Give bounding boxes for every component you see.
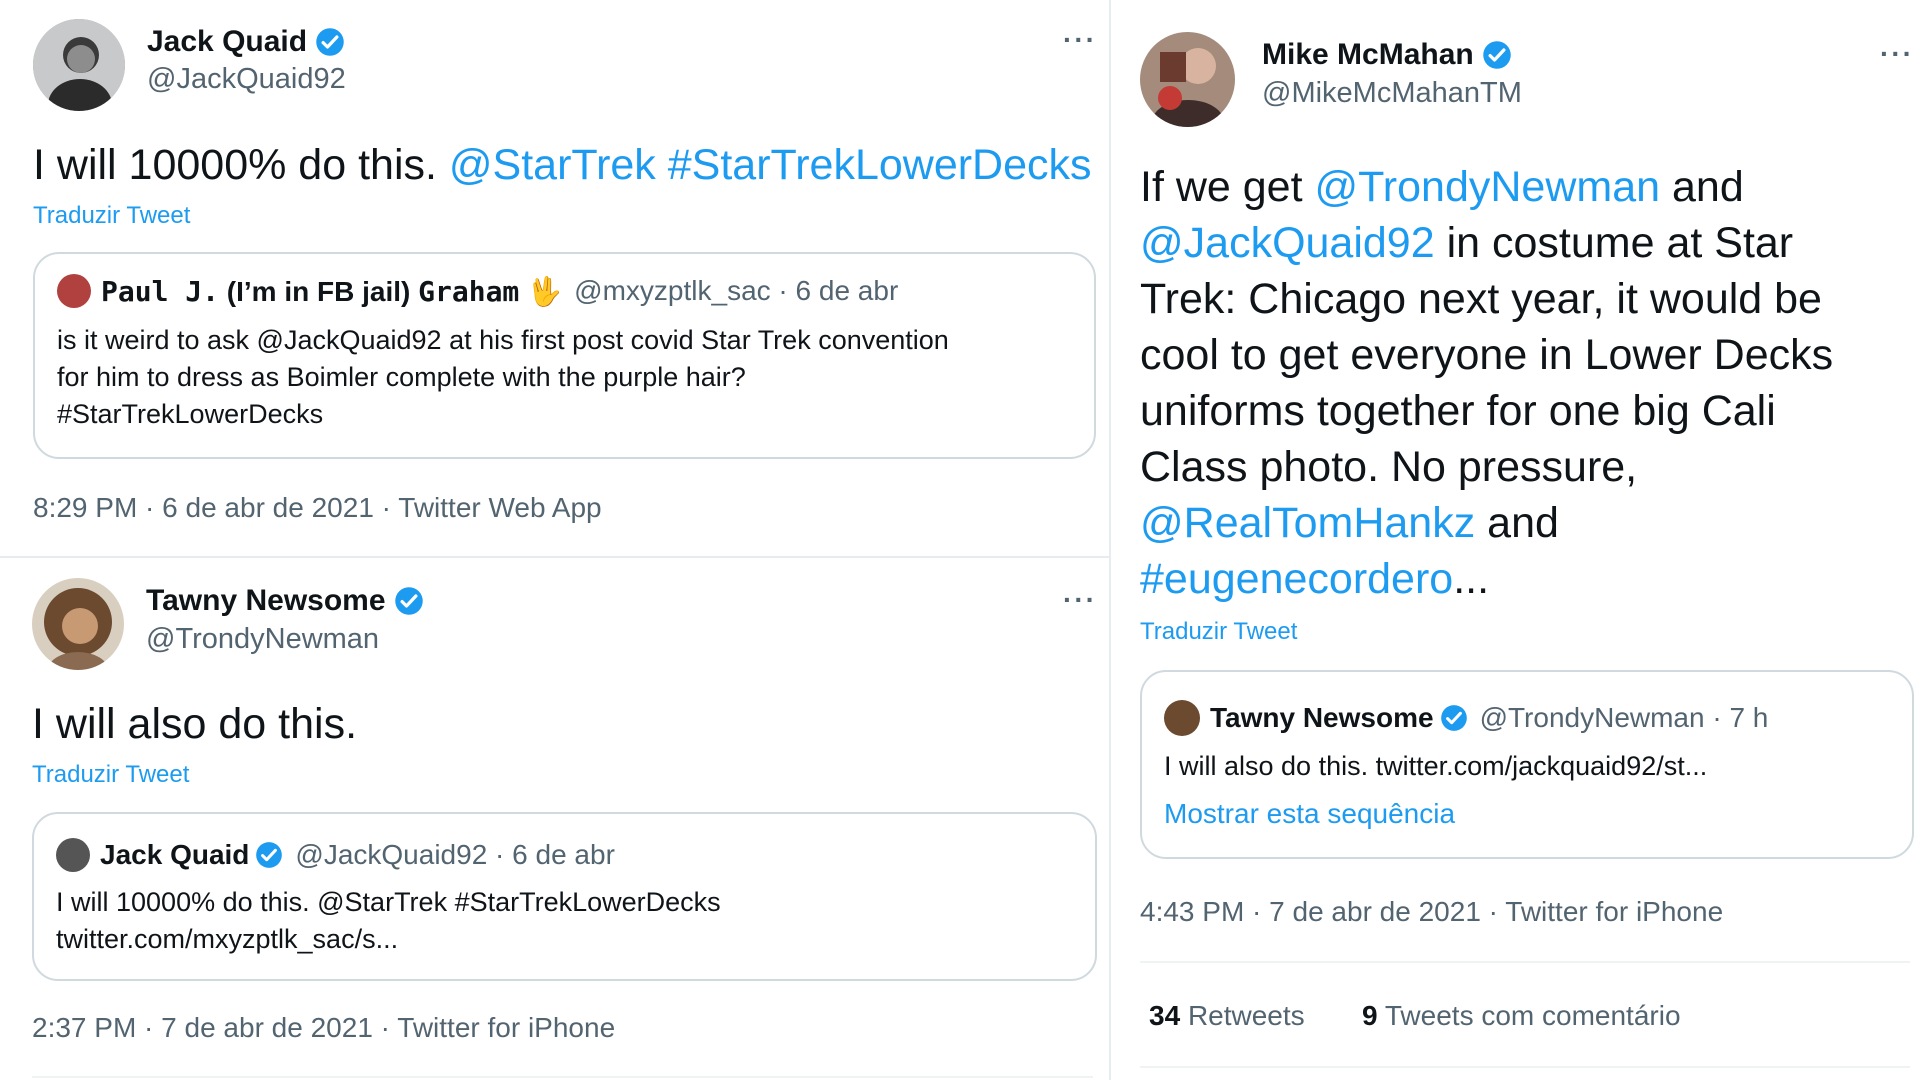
- more-options-icon[interactable]: ···: [1063, 584, 1097, 616]
- more-options-icon[interactable]: ···: [1880, 38, 1914, 70]
- quoted-tweet[interactable]: Paul J. (I’m in FB jail) Graham 🖖 @mxyzp…: [33, 252, 1096, 459]
- quote-author-name[interactable]: Tawny Newsome: [1210, 702, 1434, 734]
- hashtag-link[interactable]: #eugenecordero: [1140, 555, 1453, 603]
- mention-link[interactable]: @StarTrek: [449, 141, 656, 189]
- vulcan-salute-emoji: 🖖: [527, 275, 563, 307]
- divider: [1140, 961, 1910, 963]
- quote-meta: @JackQuaid92 · 6 de abr: [295, 839, 615, 870]
- quote-avatar: [57, 274, 91, 308]
- quote-avatar: [1164, 700, 1200, 736]
- quote-header: Paul J. (I’m in FB jail) Graham 🖖 @mxyzp…: [57, 274, 898, 308]
- quote-tweets-stat[interactable]: 9 Tweets com comentário: [1362, 1000, 1681, 1032]
- quote-author-name[interactable]: Paul J. (I’m in FB jail) Graham: [101, 275, 519, 308]
- tweet-jack-quaid: Jack Quaid @JackQuaid92 ··· I will 10000…: [0, 0, 1111, 558]
- tweet-timestamp[interactable]: 8:29 PM · 6 de abr de 2021 · Twitter Web…: [33, 492, 602, 524]
- verified-badge-icon: [394, 587, 423, 615]
- quote-header: Jack Quaid @JackQuaid92 · 6 de abr: [56, 838, 615, 872]
- divider: [32, 1076, 1093, 1078]
- tweet-text: I will also do this.: [32, 700, 358, 748]
- divider: [1140, 1066, 1910, 1068]
- quote-meta: @TrondyNewman · 7 h: [1479, 702, 1769, 733]
- tweet-timestamp[interactable]: 2:37 PM · 7 de abr de 2021 · Twitter for…: [32, 1012, 615, 1044]
- verified-badge-icon: [1482, 41, 1511, 69]
- verified-badge-icon: [256, 842, 283, 868]
- author-handle[interactable]: @MikeMcMahanTM: [1262, 77, 1522, 110]
- translate-link[interactable]: Traduzir Tweet: [33, 202, 190, 230]
- avatar[interactable]: [32, 578, 124, 670]
- tweet-tawny-newsome: Tawny Newsome @TrondyNewman ··· I will a…: [0, 558, 1111, 1080]
- quoted-tweet[interactable]: Tawny Newsome @TrondyNewman · 7 h I will…: [1140, 670, 1914, 859]
- more-options-icon[interactable]: ···: [1063, 24, 1097, 56]
- author-name[interactable]: Mike McMahan: [1262, 38, 1512, 72]
- quote-avatar: [56, 838, 90, 872]
- mention-link[interactable]: @TrondyNewman: [1314, 163, 1660, 211]
- quote-author-name[interactable]: Jack Quaid: [100, 839, 249, 871]
- verified-badge-icon: [1440, 705, 1467, 731]
- avatar[interactable]: [33, 19, 125, 111]
- quoted-tweet[interactable]: Jack Quaid @JackQuaid92 · 6 de abr I wil…: [32, 812, 1097, 981]
- avatar[interactable]: [1140, 32, 1235, 127]
- verified-badge-icon: [316, 28, 344, 56]
- quote-text: I will also do this. twitter.com/jackqua…: [1164, 751, 1708, 781]
- hashtag-link[interactable]: #StarTrekLowerDecks: [668, 141, 1092, 189]
- tweet-mike-mcmahan: Mike McMahan @MikeMcMahanTM ··· If we ge…: [1111, 0, 1920, 1080]
- author-handle[interactable]: @TrondyNewman: [146, 623, 379, 656]
- tweet-timestamp[interactable]: 4:43 PM · 7 de abr de 2021 · Twitter for…: [1140, 896, 1723, 928]
- quote-header: Tawny Newsome @TrondyNewman · 7 h: [1164, 700, 1768, 736]
- retweets-stat[interactable]: 34 Retweets: [1149, 1000, 1305, 1032]
- quote-text: is it weird to ask @JackQuaid92 at his f…: [57, 325, 949, 429]
- show-thread-link[interactable]: Mostrar esta sequência: [1164, 798, 1455, 830]
- quote-meta: @mxyzptlk_sac · 6 de abr: [574, 275, 899, 306]
- author-name[interactable]: Jack Quaid: [147, 25, 345, 59]
- translate-link[interactable]: Traduzir Tweet: [1140, 618, 1297, 646]
- translate-link[interactable]: Traduzir Tweet: [32, 761, 189, 789]
- quote-text: I will 10000% do this. @StarTrek #StarTr…: [56, 887, 721, 954]
- author-handle[interactable]: @JackQuaid92: [147, 63, 346, 96]
- mention-link[interactable]: @JackQuaid92: [1140, 219, 1435, 267]
- mention-link[interactable]: @RealTomHankz: [1140, 499, 1475, 547]
- author-name[interactable]: Tawny Newsome: [146, 584, 424, 618]
- tweet-text: If we get @TrondyNewman and @JackQuaid92…: [1140, 163, 1834, 603]
- tweet-text: I will 10000% do this. @StarTrek #StarTr…: [33, 141, 1092, 189]
